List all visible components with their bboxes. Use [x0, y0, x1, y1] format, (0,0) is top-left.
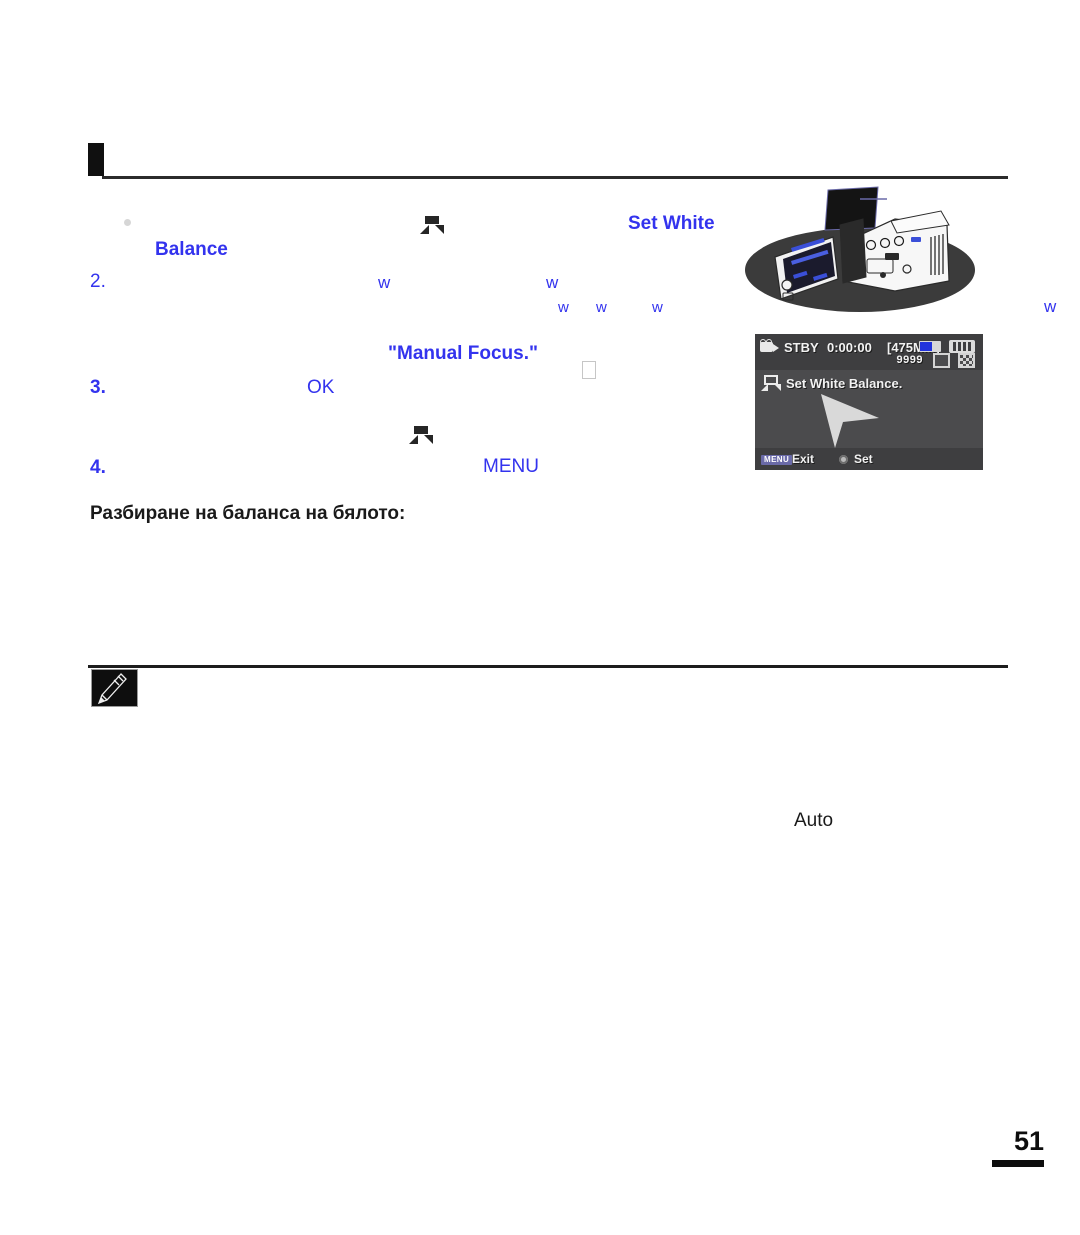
- lcd-status-mode: STBY: [784, 340, 819, 355]
- menu-chip-label: MENU: [761, 455, 793, 465]
- camcorder-rec-icon: [760, 339, 779, 352]
- set-button-dot-icon: [839, 455, 848, 464]
- widescreen-icon: [933, 353, 950, 368]
- section-marker-icon: [88, 143, 104, 176]
- note-block: [88, 665, 1008, 707]
- quality-icon: [958, 353, 975, 368]
- text-fragment: 3.: [90, 377, 106, 398]
- text-fragment: w: [1044, 297, 1057, 316]
- battery-level-icon: [919, 341, 941, 352]
- header-divider: [102, 176, 1008, 179]
- battery-outline-icon: [949, 340, 975, 353]
- text-fragment: w: [652, 299, 663, 316]
- set-white-balance-icon: [408, 424, 434, 446]
- lcd-timecode: 0:00:00: [827, 340, 872, 355]
- text-fragment: OK: [307, 377, 335, 398]
- lcd-message: Set White Balance.: [786, 376, 903, 391]
- pen-note-icon: [91, 669, 138, 707]
- text-fragment: 2.: [90, 271, 106, 292]
- camcorder-illustration: [735, 185, 985, 315]
- text-fragment: 4.: [90, 457, 106, 478]
- bullet-dot: [124, 219, 131, 226]
- text-fragment: w: [596, 299, 607, 316]
- page-number: 51: [992, 1128, 1044, 1167]
- manual-page: Balance Set White 2. w w w w w w "Manual Focus." 3…: [0, 0, 1080, 1235]
- text-fragment: "Manual Focus.": [388, 343, 538, 364]
- page-number-value: 51: [1013, 1126, 1044, 1156]
- text-fragment: w: [546, 273, 559, 292]
- lcd-photo-counter: 9999: [896, 354, 923, 366]
- text-fragment: Auto: [794, 810, 834, 831]
- section-header: [88, 143, 1008, 179]
- page-number-underline: [992, 1160, 1044, 1167]
- set-white-balance-icon: [761, 375, 781, 392]
- missing-glyph-marker: [558, 345, 596, 397]
- lcd-exit-label: Exit: [792, 452, 815, 466]
- note-divider: [88, 665, 1008, 668]
- text-fragment: w: [558, 299, 569, 316]
- lcd-preview-screen: STBY 0:00:00 [475Min] 9999 Set White Bal…: [755, 334, 983, 470]
- text-fragment: w: [378, 273, 391, 292]
- text-fragment: Balance: [155, 239, 228, 260]
- text-fragment: Set White: [628, 213, 715, 234]
- lcd-set-label: Set: [854, 452, 873, 466]
- pointer-arrow-icon: [819, 392, 881, 450]
- text-fragment: MENU: [483, 456, 539, 477]
- text-fragment: Разбиране на баланса на бялото:: [90, 503, 406, 524]
- set-white-balance-icon: [419, 214, 445, 236]
